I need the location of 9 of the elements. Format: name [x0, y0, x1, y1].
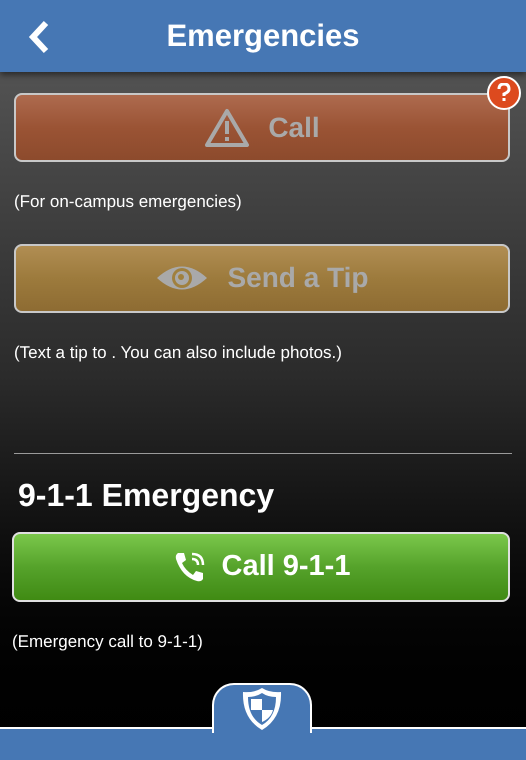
warning-icon: [204, 108, 250, 148]
shield-icon: [240, 686, 284, 732]
screen-title: Emergencies: [166, 16, 360, 55]
note-text: (Emergency call to 9-1-1): [12, 631, 204, 653]
note-text: (For on-campus emergencies): [14, 191, 243, 213]
tab-button[interactable]: [212, 683, 312, 733]
note-text: (Text a tip to . You can also include photos.): [14, 342, 343, 364]
section-heading: 9-1-1 Emergency: [18, 476, 276, 515]
call-911-button[interactable]: Call 9-1-1: [12, 532, 510, 602]
